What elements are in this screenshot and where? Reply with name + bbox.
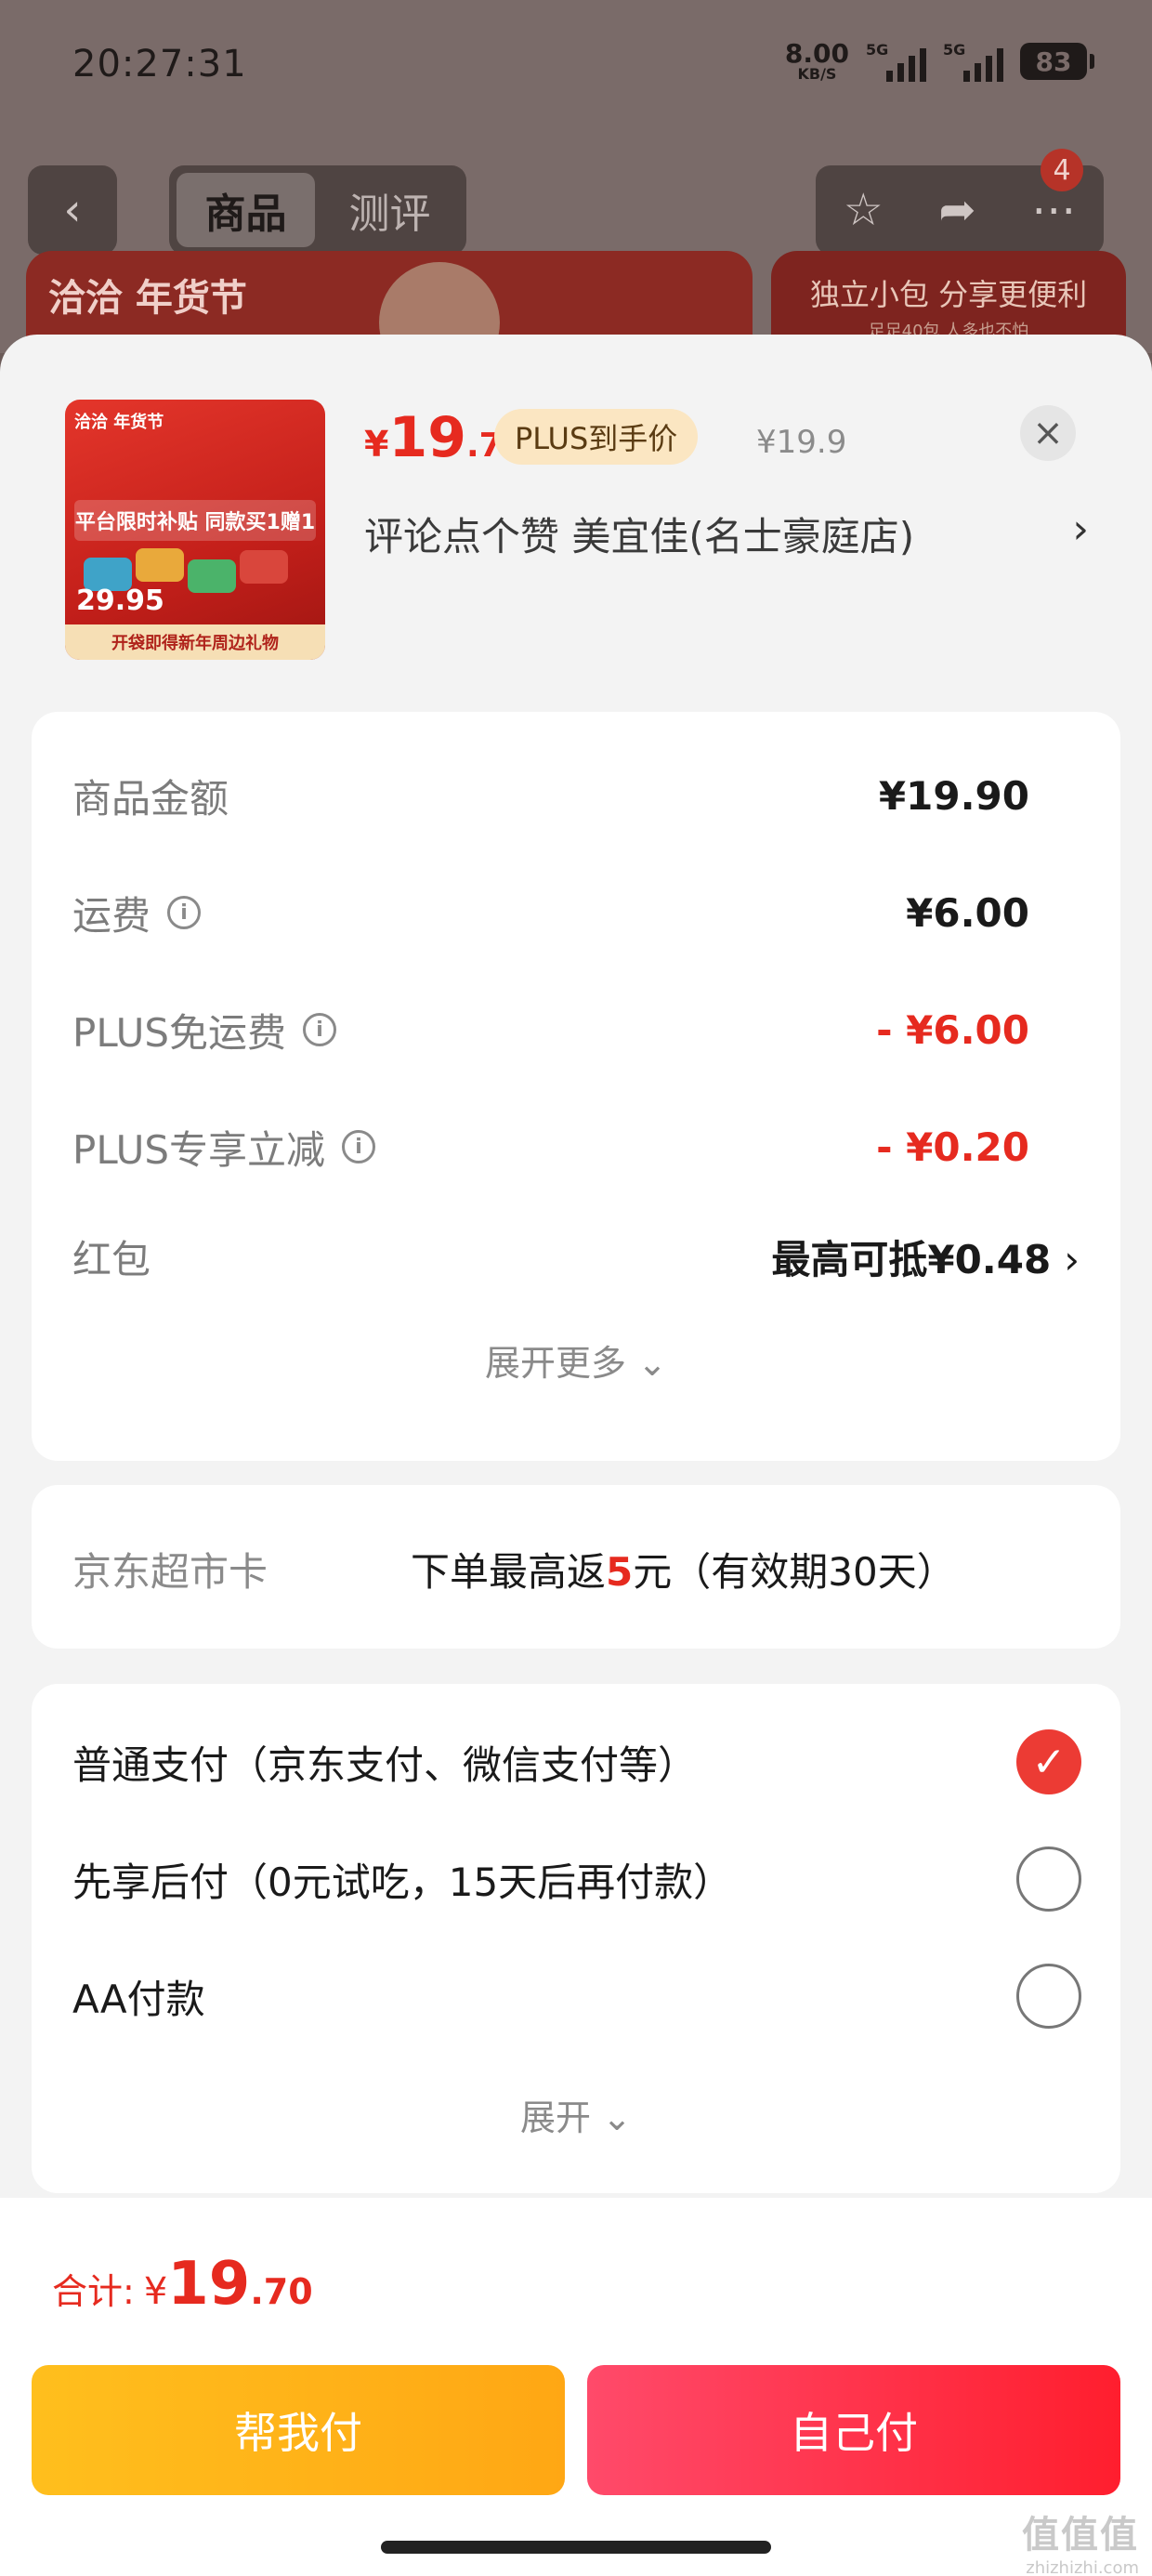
snack-pack: [136, 548, 184, 582]
supermarket-card-row[interactable]: 京东超市卡 下单最高返5元（有效期30天）: [32, 1485, 1120, 1649]
product-header: 洽洽 年货节 平台限时补贴 同款买1赠1 29.95 开袋即得新年周边礼物 ¥ …: [0, 335, 1152, 706]
summary-value: ¥6.00: [906, 889, 1029, 936]
radio-button[interactable]: [1016, 1964, 1081, 2029]
share-icon[interactable]: ➦: [938, 184, 975, 236]
thumbnail-price: 29.95: [76, 585, 164, 617]
checkout-bar: 合计: ¥ 19 .70 帮我付 自己付 值值值 zhizhizhi.com: [0, 2198, 1152, 2576]
banner-brand: 洽洽 年货节: [48, 277, 247, 320]
summary-value: - ¥6.00: [876, 1006, 1029, 1053]
summary-value: ¥19.90: [878, 772, 1029, 819]
network-speed-value: 8.00: [784, 38, 849, 69]
card-highlight: 5: [606, 1549, 634, 1595]
card-text-after: 元（有效期30天）: [633, 1549, 956, 1595]
tab-review[interactable]: 测评: [321, 173, 459, 247]
expand-more-label: 展开更多: [485, 1343, 627, 1384]
summary-row-shipping: 运费 i ¥6.00: [72, 885, 1029, 940]
price-integer: 19: [388, 405, 466, 470]
signal-icon: 5G: [943, 41, 1003, 82]
tab-switch: 商品 测评: [169, 165, 466, 255]
banner-right-title: 独立小包 分享更便利: [809, 277, 1088, 312]
product-price: ¥ 19 .7: [364, 405, 503, 470]
signal-icon: 5G: [866, 41, 926, 82]
chevron-down-icon: ⌄: [602, 2097, 632, 2138]
summary-label: 运费: [72, 892, 151, 939]
expand-more-button[interactable]: 展开更多 ⌄: [32, 1334, 1120, 1386]
summary-label: PLUS专享立减: [72, 1126, 326, 1173]
pay-option-normal[interactable]: 普通支付（京东支付、微信支付等） ✓: [72, 1728, 1081, 1795]
status-bar: 20:27:31 8.00 KB/S 5G 5G 83: [0, 0, 1152, 139]
total-currency: ¥: [143, 2270, 168, 2313]
watermark-text: 值值值: [1022, 2514, 1139, 2556]
card-text-before: 下单最高返: [411, 1549, 607, 1595]
summary-value: - ¥0.20: [876, 1124, 1029, 1170]
star-icon[interactable]: ☆: [844, 184, 884, 236]
tab-product[interactable]: 商品: [177, 173, 315, 247]
expand-label: 展开: [520, 2097, 592, 2138]
pay-option-later[interactable]: 先享后付（0元试吃，15天后再付款）: [72, 1846, 1081, 1912]
network-speed-unit: KB/S: [797, 65, 837, 83]
action-group: ☆ ➦ ⋯ 4: [816, 149, 1104, 255]
signal-label: 5G: [943, 41, 966, 59]
info-icon[interactable]: i: [167, 896, 202, 929]
snack-pack: [240, 550, 288, 584]
pay-option-label: AA付款: [72, 1976, 205, 2022]
supermarket-card-label: 京东超市卡: [72, 1549, 268, 1595]
summary-row-red-packet[interactable]: 红包 最高可抵¥0.48 ›: [72, 1229, 1080, 1284]
help-pay-button[interactable]: 帮我付: [32, 2365, 565, 2495]
pay-option-label: 先享后付（0元试吃，15天后再付款）: [72, 1859, 733, 1905]
battery-icon: 83: [1020, 43, 1094, 80]
payment-sheet: 洽洽 年货节 平台限时补贴 同款买1赠1 29.95 开袋即得新年周边礼物 ¥ …: [0, 335, 1152, 2576]
status-time: 20:27:31: [72, 43, 247, 85]
chevron-right-icon: ›: [1064, 1236, 1080, 1282]
signal-label: 5G: [866, 41, 889, 59]
product-thumbnail[interactable]: 洽洽 年货节 平台限时补贴 同款买1赠1 29.95 开袋即得新年周边礼物: [65, 400, 325, 660]
thumbnail-brand: 洽洽 年货节: [74, 413, 164, 432]
network-speed: 8.00 KB/S: [785, 41, 849, 82]
supermarket-card-text: 下单最高返5元（有效期30天）: [411, 1541, 956, 1597]
store-name: 评论点个赞 美宜佳(名士豪庭店): [364, 514, 915, 559]
payment-options-card: 普通支付（京东支付、微信支付等） ✓ 先享后付（0元试吃，15天后再付款） AA…: [32, 1684, 1120, 2193]
chevron-right-icon: ›: [1072, 506, 1089, 553]
summary-label: 红包: [72, 1236, 151, 1282]
summary-row-goods: 商品金额 ¥19.90: [72, 768, 1029, 823]
snack-pack: [188, 559, 236, 593]
watermark: 值值值 zhizhizhi.com: [1022, 2504, 1139, 2576]
chevron-down-icon: ⌄: [637, 1343, 667, 1384]
summary-row-plus-discount: PLUS专享立减 i - ¥0.20: [72, 1119, 1029, 1175]
thumbnail-footer: 开袋即得新年周边礼物: [65, 624, 325, 660]
chevron-left-icon: ‹: [63, 184, 82, 236]
price-currency: ¥: [364, 424, 389, 465]
self-pay-button[interactable]: 自己付: [587, 2365, 1120, 2495]
more-icon[interactable]: ⋯: [1031, 184, 1076, 236]
summary-label: PLUS免运费: [72, 1009, 287, 1056]
total-price: 合计: ¥ 19 .70: [52, 2250, 313, 2319]
close-icon: ×: [1032, 412, 1064, 454]
price-summary-card: 商品金额 ¥19.90 运费 i ¥6.00 PLUS免运费 i - ¥6.00 P…: [32, 712, 1120, 1461]
watermark-url: zhizhizhi.com: [1026, 2558, 1139, 2576]
total-decimal: .70: [250, 2271, 313, 2312]
home-indicator[interactable]: [381, 2541, 771, 2554]
thumbnail-headline: 平台限时补贴 同款买1赠1: [74, 500, 316, 541]
close-button[interactable]: ×: [1020, 405, 1076, 461]
store-link[interactable]: 评论点个赞 美宜佳(名士豪庭店) ›: [364, 506, 1089, 562]
summary-value: 最高可抵¥0.48: [771, 1236, 1052, 1282]
info-icon[interactable]: i: [303, 1013, 337, 1046]
notification-badge: 4: [1041, 149, 1083, 191]
pay-option-label: 普通支付（京东支付、微信支付等）: [72, 1741, 698, 1788]
summary-row-plus-shipping: PLUS免运费 i - ¥6.00: [72, 1002, 1029, 1058]
total-integer: 19: [167, 2250, 251, 2319]
plus-price-tag: PLUS到手价: [494, 409, 699, 465]
original-price: ¥19.9: [756, 424, 847, 461]
top-nav: ‹ 商品 测评 ☆ ➦ ⋯ 4: [0, 149, 1152, 258]
radio-button[interactable]: [1016, 1847, 1081, 1912]
back-button[interactable]: ‹: [28, 165, 117, 255]
info-icon[interactable]: i: [342, 1130, 376, 1163]
status-indicators: 8.00 KB/S 5G 5G 83: [785, 41, 1094, 82]
expand-button[interactable]: 展开 ⌄: [32, 2089, 1120, 2140]
total-label: 合计:: [52, 2271, 135, 2312]
check-icon[interactable]: ✓: [1016, 1729, 1081, 1794]
pay-option-aa[interactable]: AA付款: [72, 1963, 1081, 2030]
summary-label: 商品金额: [72, 775, 229, 821]
